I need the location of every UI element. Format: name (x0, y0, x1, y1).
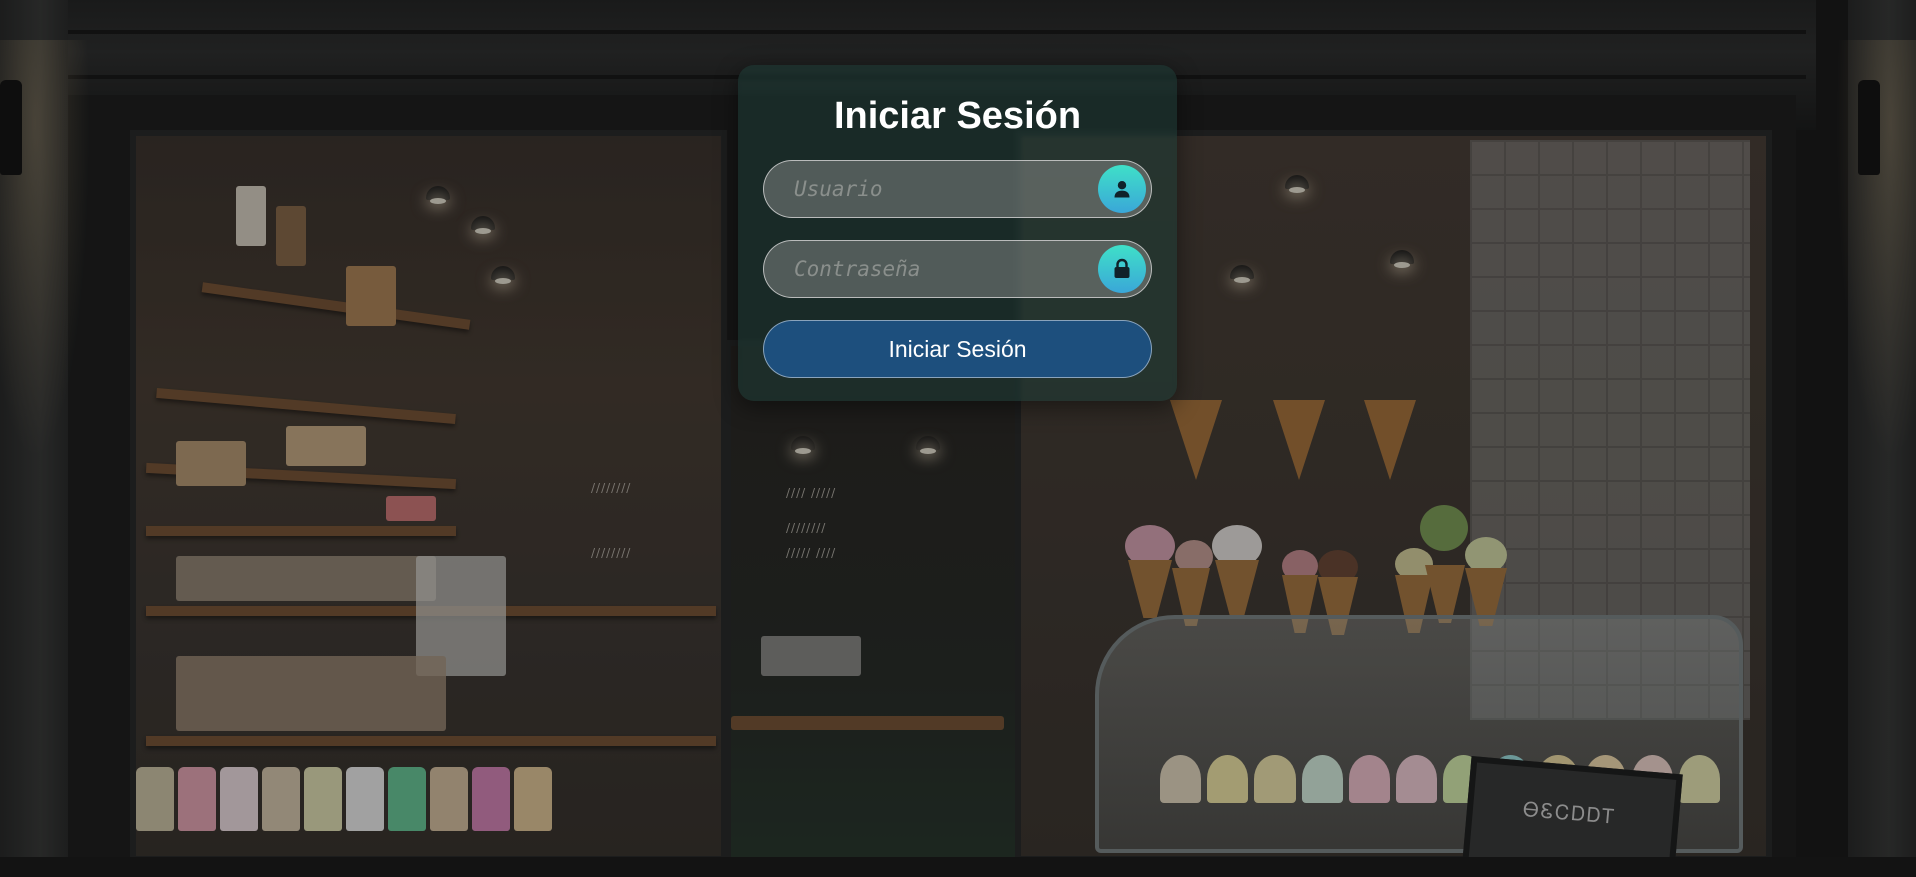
user-icon-glyph (1114, 181, 1130, 198)
password-input[interactable] (764, 241, 1084, 297)
lock-icon-glyph (1114, 258, 1130, 278)
login-form: Iniciar Sesión Iniciar Sesión (738, 65, 1177, 401)
login-title: Iniciar Sesión (833, 95, 1082, 137)
login-submit-button[interactable]: Iniciar Sesión (763, 320, 1152, 378)
lock-icon (1098, 245, 1146, 293)
username-field (763, 160, 1152, 218)
username-input[interactable] (764, 161, 1084, 217)
user-icon (1098, 165, 1146, 213)
password-field (763, 240, 1152, 298)
